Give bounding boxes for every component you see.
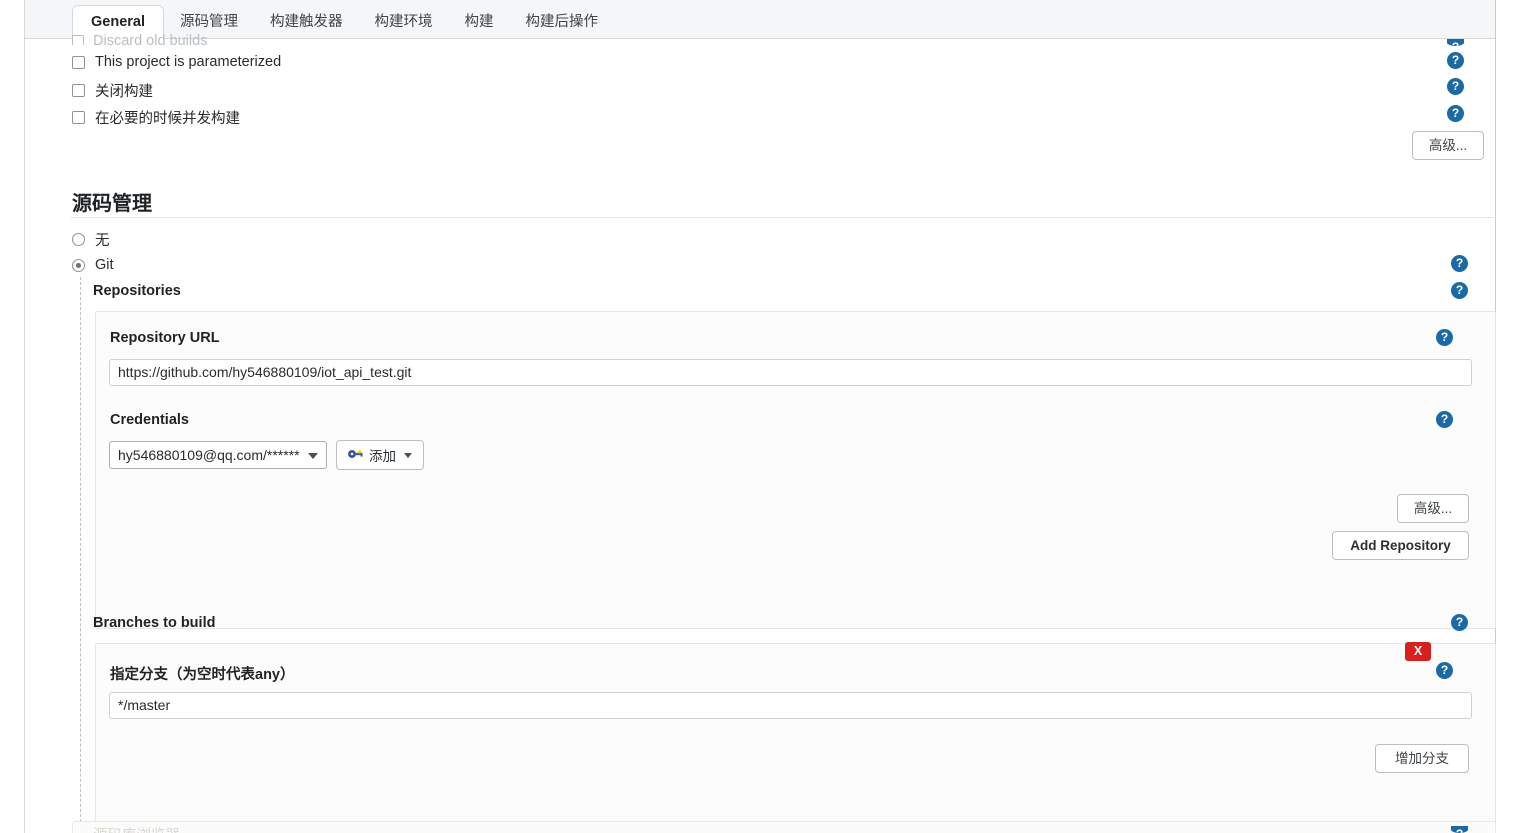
parameterized-label: This project is parameterized <box>95 54 282 70</box>
parameterized-checkbox[interactable] <box>72 55 85 69</box>
add-branch-button[interactable]: 增加分支 <box>1375 744 1469 773</box>
git-section-guide-line <box>80 277 81 833</box>
help-icon-git[interactable]: ? <box>1451 255 1468 272</box>
help-icon-discard-old-builds[interactable]: ? <box>1447 39 1464 46</box>
add-credentials-button[interactable]: 添加 <box>336 440 424 470</box>
help-icon-repositories[interactable]: ? <box>1451 282 1468 299</box>
add-credentials-label: 添加 <box>369 449 396 464</box>
repository-browser-panel-inner: 源码库浏览器 <box>72 821 1496 833</box>
key-icon <box>348 448 364 463</box>
scm-none-label: 无 <box>95 233 110 249</box>
checkbox-row-concurrent-build[interactable]: 在必要的时候并发构建 <box>72 107 240 128</box>
scm-section-divider <box>71 217 1496 218</box>
scm-git-radio[interactable] <box>72 258 85 272</box>
credentials-selected-value: hy546880109@qq.com/****** <box>118 447 300 463</box>
credentials-select[interactable]: hy546880109@qq.com/****** <box>109 441 327 469</box>
config-content: Discard old builds ? This project is par… <box>25 33 1496 833</box>
chevron-down-icon <box>308 453 318 459</box>
concurrent-build-checkbox[interactable] <box>72 111 85 124</box>
repository-browser-panel-clipped: 源码库浏览器 <box>72 821 1496 833</box>
help-icon-parameterized[interactable]: ? <box>1447 52 1464 69</box>
delete-branch-button[interactable]: X <box>1405 642 1431 661</box>
help-icon-credentials[interactable]: ? <box>1436 411 1453 428</box>
scm-none-radio[interactable] <box>72 233 85 246</box>
discard-old-builds-row-clipped[interactable]: Discard old builds <box>72 33 207 45</box>
add-repository-button[interactable]: Add Repository <box>1332 531 1469 560</box>
config-tab-bar: General 源码管理 构建触发器 构建环境 构建 构建后操作 <box>25 0 1495 40</box>
discard-old-builds-label: Discard old builds <box>93 33 208 45</box>
concurrent-build-label: 在必要的时候并发构建 <box>95 111 240 127</box>
credentials-label: Credentials <box>110 412 189 428</box>
help-icon-concurrent-build[interactable]: ? <box>1447 105 1464 122</box>
help-icon-repository-browser[interactable]: ? <box>1451 826 1468 833</box>
branches-panel <box>95 643 1496 833</box>
scm-option-git[interactable]: Git <box>72 257 114 273</box>
branch-specifier-label: 指定分支（为空时代表any） <box>110 667 295 683</box>
chevron-down-icon-add-credentials <box>404 452 412 458</box>
repository-browser-label: 源码库浏览器 <box>93 824 180 833</box>
repositories-label: Repositories <box>93 283 181 299</box>
tab-build-triggers[interactable]: 构建触发器 <box>254 6 359 40</box>
repository-advanced-button[interactable]: 高级... <box>1397 494 1469 523</box>
disable-build-checkbox[interactable] <box>72 84 85 97</box>
tab-build[interactable]: 构建 <box>449 6 510 40</box>
scm-option-none[interactable]: 无 <box>72 229 110 250</box>
jenkins-job-config-page: General 源码管理 构建触发器 构建环境 构建 构建后操作 Discard… <box>0 0 1537 833</box>
help-icon-branch-specifier[interactable]: ? <box>1436 662 1453 679</box>
repository-url-input[interactable]: https://github.com/hy546880109/iot_api_t… <box>109 359 1472 386</box>
help-icon-repository-url[interactable]: ? <box>1436 329 1453 346</box>
scm-section-title: 源码管理 <box>72 193 152 215</box>
help-icon-branches-to-build[interactable]: ? <box>1451 614 1468 631</box>
scm-git-label: Git <box>95 257 114 273</box>
help-icon-disable-build[interactable]: ? <box>1447 78 1464 95</box>
tab-build-environment[interactable]: 构建环境 <box>359 6 449 40</box>
tab-post-build-actions[interactable]: 构建后操作 <box>510 6 615 40</box>
discard-old-builds-checkbox[interactable] <box>72 35 84 45</box>
checkbox-row-parameterized[interactable]: This project is parameterized <box>72 54 281 70</box>
disable-build-label: 关闭构建 <box>95 84 153 100</box>
repository-url-label: Repository URL <box>110 330 220 346</box>
branch-specifier-input[interactable]: */master <box>109 692 1472 719</box>
checkbox-row-disable-build[interactable]: 关闭构建 <box>72 80 153 101</box>
branches-to-build-label: Branches to build <box>93 615 216 631</box>
general-advanced-button[interactable]: 高级... <box>1412 131 1484 160</box>
